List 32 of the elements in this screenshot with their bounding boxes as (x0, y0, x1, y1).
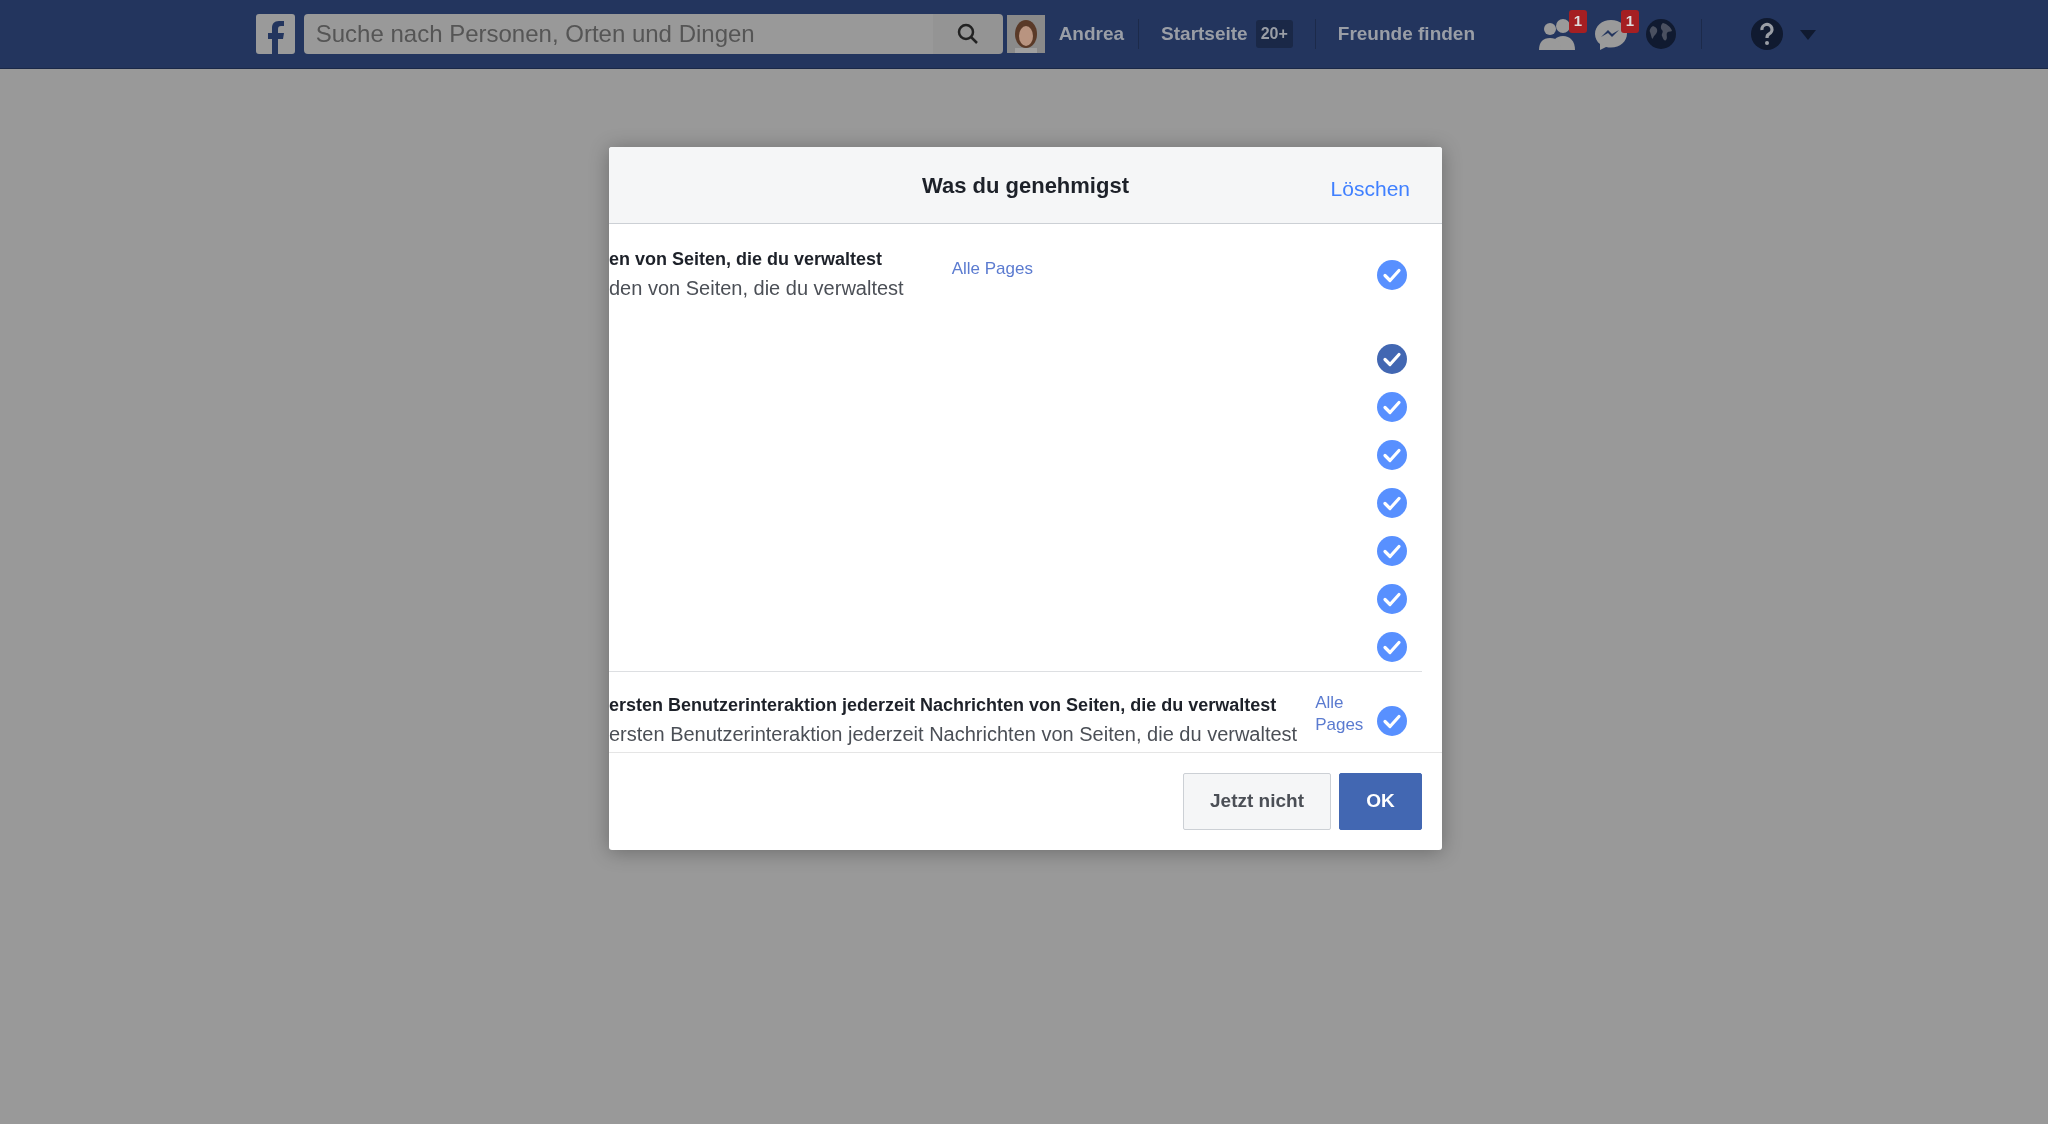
notification-badge: 1 (1568, 10, 1588, 33)
checkmark-icon[interactable] (1377, 705, 1407, 736)
permission-description: den von Seiten, die du verwaltest (609, 276, 904, 301)
permission-title: ersten Benutzerinteraktion jederzeit Nachrichten von Seiten, die du verwaltest (609, 694, 1278, 717)
all-pages-link[interactable]: Alle Pages (1315, 692, 1369, 737)
checkmark-icon[interactable] (1377, 632, 1407, 662)
checkmark-icon[interactable] (1377, 488, 1407, 518)
dialog-title: Was du genehmigst (922, 171, 1129, 200)
search-icon (955, 22, 980, 46)
checkmark-icon[interactable] (1377, 344, 1407, 374)
help-icon[interactable] (1750, 17, 1784, 51)
nav-link[interactable]: Freunde finden (1331, 18, 1482, 50)
user-name-link[interactable]: Andrea (1052, 18, 1131, 50)
home-link[interactable]: Startseite 20+ (1155, 18, 1299, 50)
checkmark-icon[interactable] (1377, 536, 1407, 566)
search-field[interactable]: Suche nach Personen, Orten und Dingen (303, 14, 933, 54)
all-pages-link[interactable]: Alle Pages (951, 256, 1033, 282)
permission-description: ersten Benutzerinteraktion jederzeit Nachrichten von Seiten, die du verwaltest (609, 722, 1298, 747)
checkmark-icon[interactable] (1377, 440, 1407, 470)
checkmark-icon[interactable] (1377, 584, 1407, 614)
permission-title: en von Seiten, die du verwaltest (609, 248, 884, 271)
cancel-button[interactable]: Jetzt nicht (1183, 773, 1331, 830)
notification-badge: 1 (1620, 10, 1640, 33)
checkmark-icon[interactable] (1377, 259, 1407, 290)
count-badge: 20+ (1255, 20, 1293, 48)
avatar-icon[interactable] (1006, 15, 1045, 53)
search-button[interactable] (932, 14, 1003, 54)
globe-icon[interactable] (1645, 18, 1678, 50)
checkmark-icon[interactable] (1377, 392, 1407, 422)
ok-button[interactable]: OK (1339, 773, 1422, 830)
logo-icon[interactable] (256, 14, 295, 54)
clear-link[interactable]: Löschen (1330, 173, 1410, 205)
